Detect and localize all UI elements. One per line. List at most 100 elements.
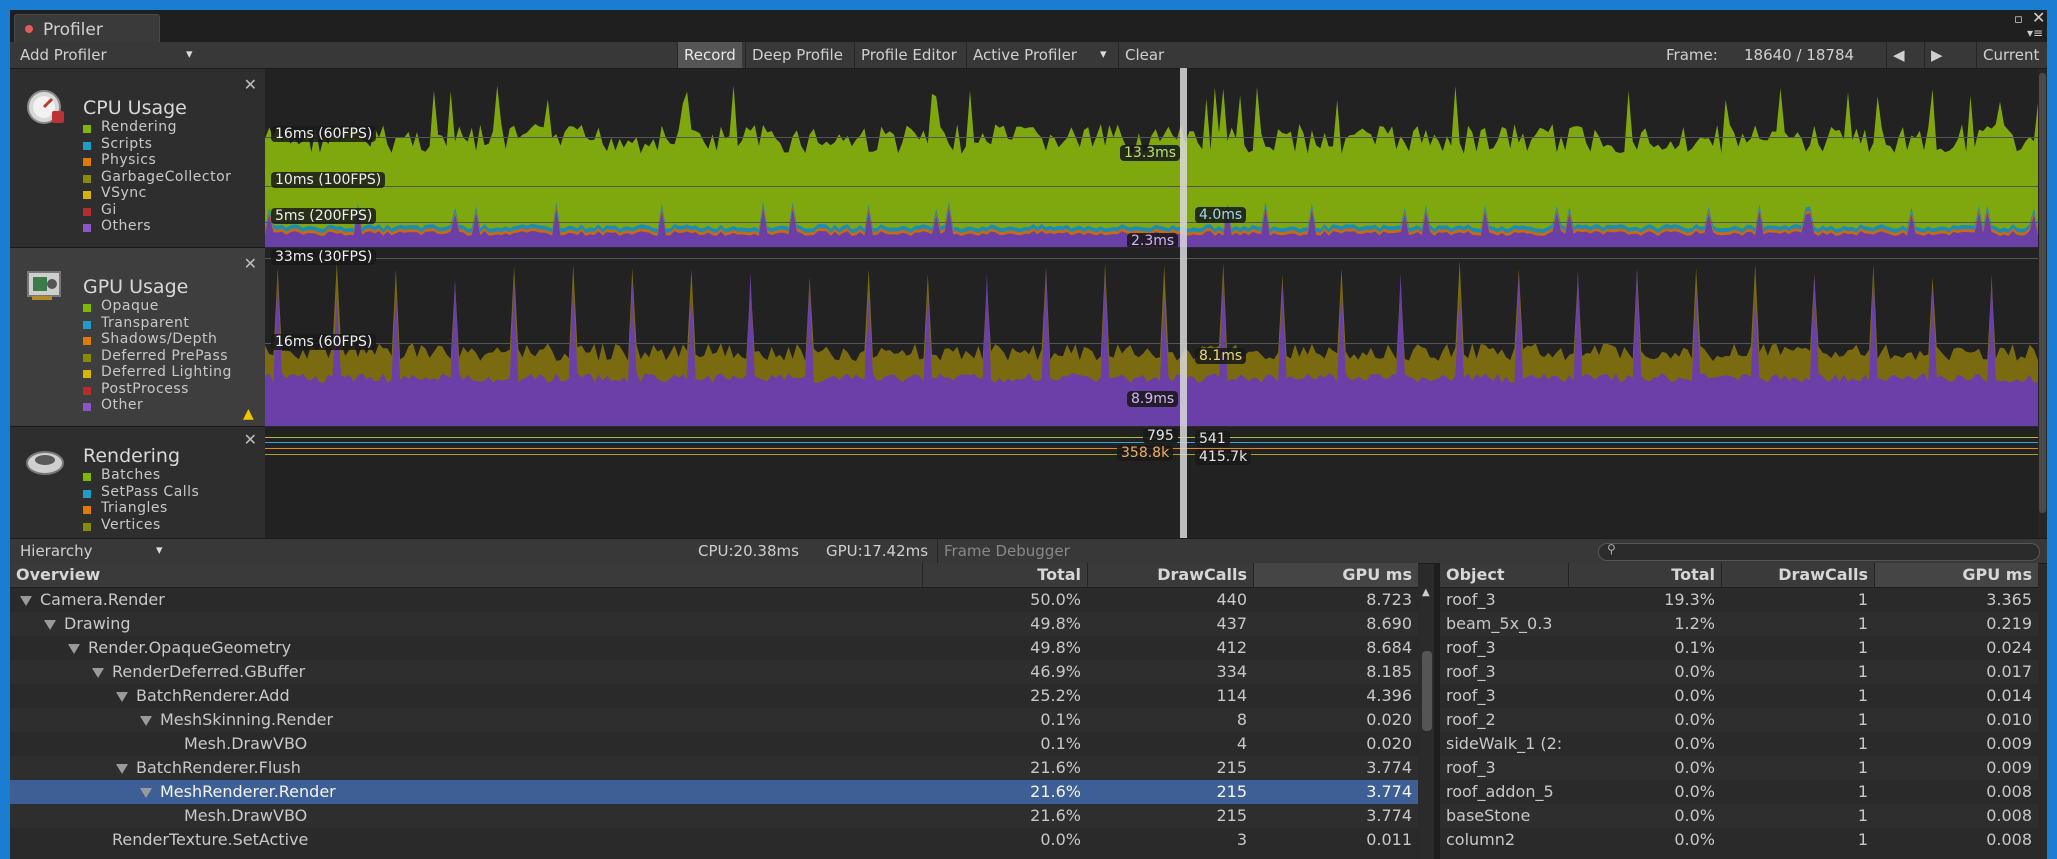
col-object-gpu-ms[interactable]: GPU ms bbox=[1874, 563, 2038, 587]
legend-item-triangles[interactable]: Triangles bbox=[101, 500, 168, 516]
object-row[interactable]: sideWalk_1 (2: 0.0% 1 0.009 bbox=[1440, 732, 2038, 756]
object-row[interactable]: roof_3 0.0% 1 0.014 bbox=[1440, 684, 2038, 708]
frame-cursor[interactable] bbox=[1180, 68, 1187, 538]
legend-item-deferred-lighting[interactable]: Deferred Lighting bbox=[101, 364, 232, 380]
object-row[interactable]: roof_3 19.3% 1 3.365 bbox=[1440, 588, 2038, 612]
object-row[interactable]: roof_3 0.0% 1 0.009 bbox=[1440, 756, 2038, 780]
object-gpu-ms: 3.365 bbox=[1986, 590, 2032, 609]
cpu-usage-panel[interactable]: CPU Usage ✕ Rendering Scripts Physics Ga… bbox=[10, 69, 265, 248]
close-icon[interactable]: ✕ bbox=[2032, 10, 2045, 27]
object-row[interactable]: beam_5x_0.3 1.2% 1 0.219 bbox=[1440, 612, 2038, 636]
legend-item-setpass[interactable]: SetPass Calls bbox=[101, 484, 199, 500]
row-drawcalls: 437 bbox=[1216, 614, 1247, 633]
legend-item-gi[interactable]: Gi bbox=[101, 202, 117, 218]
cpu-close-icon[interactable]: ✕ bbox=[244, 75, 257, 94]
legend-swatch-shadows-depth bbox=[83, 337, 91, 345]
table-row[interactable]: Render.OpaqueGeometry 49.8% 412 8.684 bbox=[10, 636, 1418, 660]
legend-item-transparent[interactable]: Transparent bbox=[101, 315, 189, 331]
rendering-panel[interactable]: Rendering ✕ Batches SetPass Calls Triang… bbox=[10, 427, 265, 539]
next-frame-button[interactable]: ▶ bbox=[1924, 42, 1963, 68]
expand-triangle-icon[interactable] bbox=[20, 595, 32, 606]
expand-triangle-icon[interactable] bbox=[116, 763, 128, 774]
overview-scrollbar[interactable]: ▲ bbox=[1420, 587, 1434, 859]
legend-item-others[interactable]: Others bbox=[101, 218, 151, 234]
current-frame-button[interactable]: Current bbox=[1976, 42, 2045, 68]
deep-profile-button[interactable]: Deep Profile bbox=[745, 42, 849, 68]
legend-item-postprocess[interactable]: PostProcess bbox=[101, 381, 189, 397]
overview-scroll-thumb[interactable] bbox=[1422, 651, 1432, 731]
table-row[interactable]: MeshSkinning.Render 0.1% 8 0.020 bbox=[10, 708, 1418, 732]
expand-triangle-icon[interactable] bbox=[44, 619, 56, 630]
tab-profiler[interactable]: Profiler bbox=[14, 14, 160, 43]
legend-item-garbagecollector[interactable]: GarbageCollector bbox=[101, 169, 231, 185]
col-overview[interactable]: Overview bbox=[10, 563, 922, 587]
legend-item-vsync[interactable]: VSync bbox=[101, 185, 147, 201]
gpu-close-icon[interactable]: ✕ bbox=[244, 254, 257, 273]
active-profiler-dropdown[interactable]: Active Profiler bbox=[966, 42, 1119, 68]
window-menu-icon[interactable]: ▾≡ bbox=[2027, 26, 2043, 40]
rendering-close-icon[interactable]: ✕ bbox=[244, 430, 257, 449]
table-row[interactable]: BatchRenderer.Add 25.2% 114 4.396 bbox=[10, 684, 1418, 708]
add-profiler-dropdown[interactable]: Add Profiler bbox=[14, 42, 113, 68]
expand-triangle-icon[interactable] bbox=[92, 667, 104, 678]
cpu-usage-graph[interactable]: 16ms (60FPS) 10ms (100FPS) 5ms (200FPS) … bbox=[265, 69, 2038, 247]
object-name: baseStone bbox=[1446, 806, 1531, 825]
object-row[interactable]: baseStone 0.0% 1 0.008 bbox=[1440, 804, 2038, 828]
object-row[interactable]: roof_2 0.0% 1 0.010 bbox=[1440, 708, 2038, 732]
object-row[interactable]: roof_addon_5 0.0% 1 0.008 bbox=[1440, 780, 2038, 804]
search-input[interactable]: ⚲ bbox=[1598, 542, 2040, 561]
clear-button[interactable]: Clear bbox=[1118, 42, 1170, 68]
object-row[interactable]: roof_3 0.0% 1 0.017 bbox=[1440, 660, 2038, 684]
render-value-vertices: 415.7k bbox=[1195, 449, 1252, 465]
object-row[interactable]: column2 0.0% 1 0.008 bbox=[1440, 828, 2038, 852]
legend-item-physics[interactable]: Physics bbox=[101, 152, 156, 168]
expand-triangle-icon[interactable] bbox=[140, 787, 152, 798]
col-object[interactable]: Object bbox=[1440, 563, 1568, 587]
maximize-icon[interactable]: ▫ bbox=[2014, 12, 2023, 27]
object-row[interactable]: roof_3 0.1% 1 0.024 bbox=[1440, 636, 2038, 660]
row-drawcalls: 3 bbox=[1236, 830, 1247, 849]
legend-item-opaque[interactable]: Opaque bbox=[101, 298, 159, 314]
table-row[interactable]: MeshRenderer.Render 21.6% 215 3.774 bbox=[10, 780, 1418, 804]
graph-scrollbar[interactable] bbox=[2038, 69, 2047, 538]
row-total: 0.1% bbox=[1040, 710, 1081, 729]
rendering-graph[interactable]: 795 541 358.8k 415.7k bbox=[265, 427, 2038, 538]
legend-swatch-rendering bbox=[83, 125, 91, 133]
table-row[interactable]: Mesh.DrawVBO 21.6% 215 3.774 bbox=[10, 804, 1418, 828]
col-gpu-ms[interactable]: GPU ms bbox=[1253, 563, 1418, 587]
object-gpu-ms: 0.014 bbox=[1986, 686, 2032, 705]
table-row[interactable]: Camera.Render 50.0% 440 8.723 bbox=[10, 588, 1418, 612]
table-row[interactable]: RenderTexture.SetActive 0.0% 3 0.011 bbox=[10, 828, 1418, 852]
gridline-33ms bbox=[265, 258, 2038, 259]
frame-debugger-button[interactable]: Frame Debugger bbox=[937, 539, 1076, 563]
col-drawcalls[interactable]: DrawCalls bbox=[1087, 563, 1253, 587]
expand-triangle-icon[interactable] bbox=[68, 643, 80, 654]
col-object-total[interactable]: Total bbox=[1568, 563, 1721, 587]
prev-frame-button[interactable]: ◀ bbox=[1886, 42, 1925, 68]
record-button[interactable]: Record bbox=[677, 42, 742, 68]
legend-item-other[interactable]: Other bbox=[101, 397, 143, 413]
graph-scroll-thumb[interactable] bbox=[2039, 73, 2046, 513]
legend-item-rendering[interactable]: Rendering bbox=[101, 119, 177, 135]
legend-item-batches[interactable]: Batches bbox=[101, 467, 161, 483]
profile-editor-button[interactable]: Profile Editor bbox=[854, 42, 963, 68]
legend-item-deferred-prepass[interactable]: Deferred PrePass bbox=[101, 348, 228, 364]
gpu-usage-panel[interactable]: GPU Usage ✕ ▲ Opaque Transparent Shadows… bbox=[10, 248, 265, 427]
legend-swatch-gi bbox=[83, 208, 91, 216]
table-row[interactable]: RenderDeferred.GBuffer 46.9% 334 8.185 bbox=[10, 660, 1418, 684]
legend-item-vertices[interactable]: Vertices bbox=[101, 517, 161, 533]
expand-triangle-icon[interactable] bbox=[140, 715, 152, 726]
table-row[interactable]: Mesh.DrawVBO 0.1% 4 0.020 bbox=[10, 732, 1418, 756]
hierarchy-dropdown[interactable]: Hierarchy bbox=[14, 539, 99, 563]
object-total: 0.0% bbox=[1674, 830, 1715, 849]
col-object-drawcalls[interactable]: DrawCalls bbox=[1721, 563, 1874, 587]
table-row[interactable]: Drawing 49.8% 437 8.690 bbox=[10, 612, 1418, 636]
split-divider[interactable] bbox=[1434, 563, 1440, 859]
col-total[interactable]: Total bbox=[922, 563, 1087, 587]
gpu-usage-graph[interactable]: 33ms (30FPS) 16ms (60FPS) 8.1ms 8.9ms bbox=[265, 248, 2038, 426]
expand-triangle-icon[interactable] bbox=[116, 691, 128, 702]
table-row[interactable]: BatchRenderer.Flush 21.6% 215 3.774 bbox=[10, 756, 1418, 780]
legend-item-shadows-depth[interactable]: Shadows/Depth bbox=[101, 331, 217, 347]
legend-item-scripts[interactable]: Scripts bbox=[101, 136, 152, 152]
scroll-up-icon[interactable]: ▲ bbox=[1422, 587, 1430, 598]
